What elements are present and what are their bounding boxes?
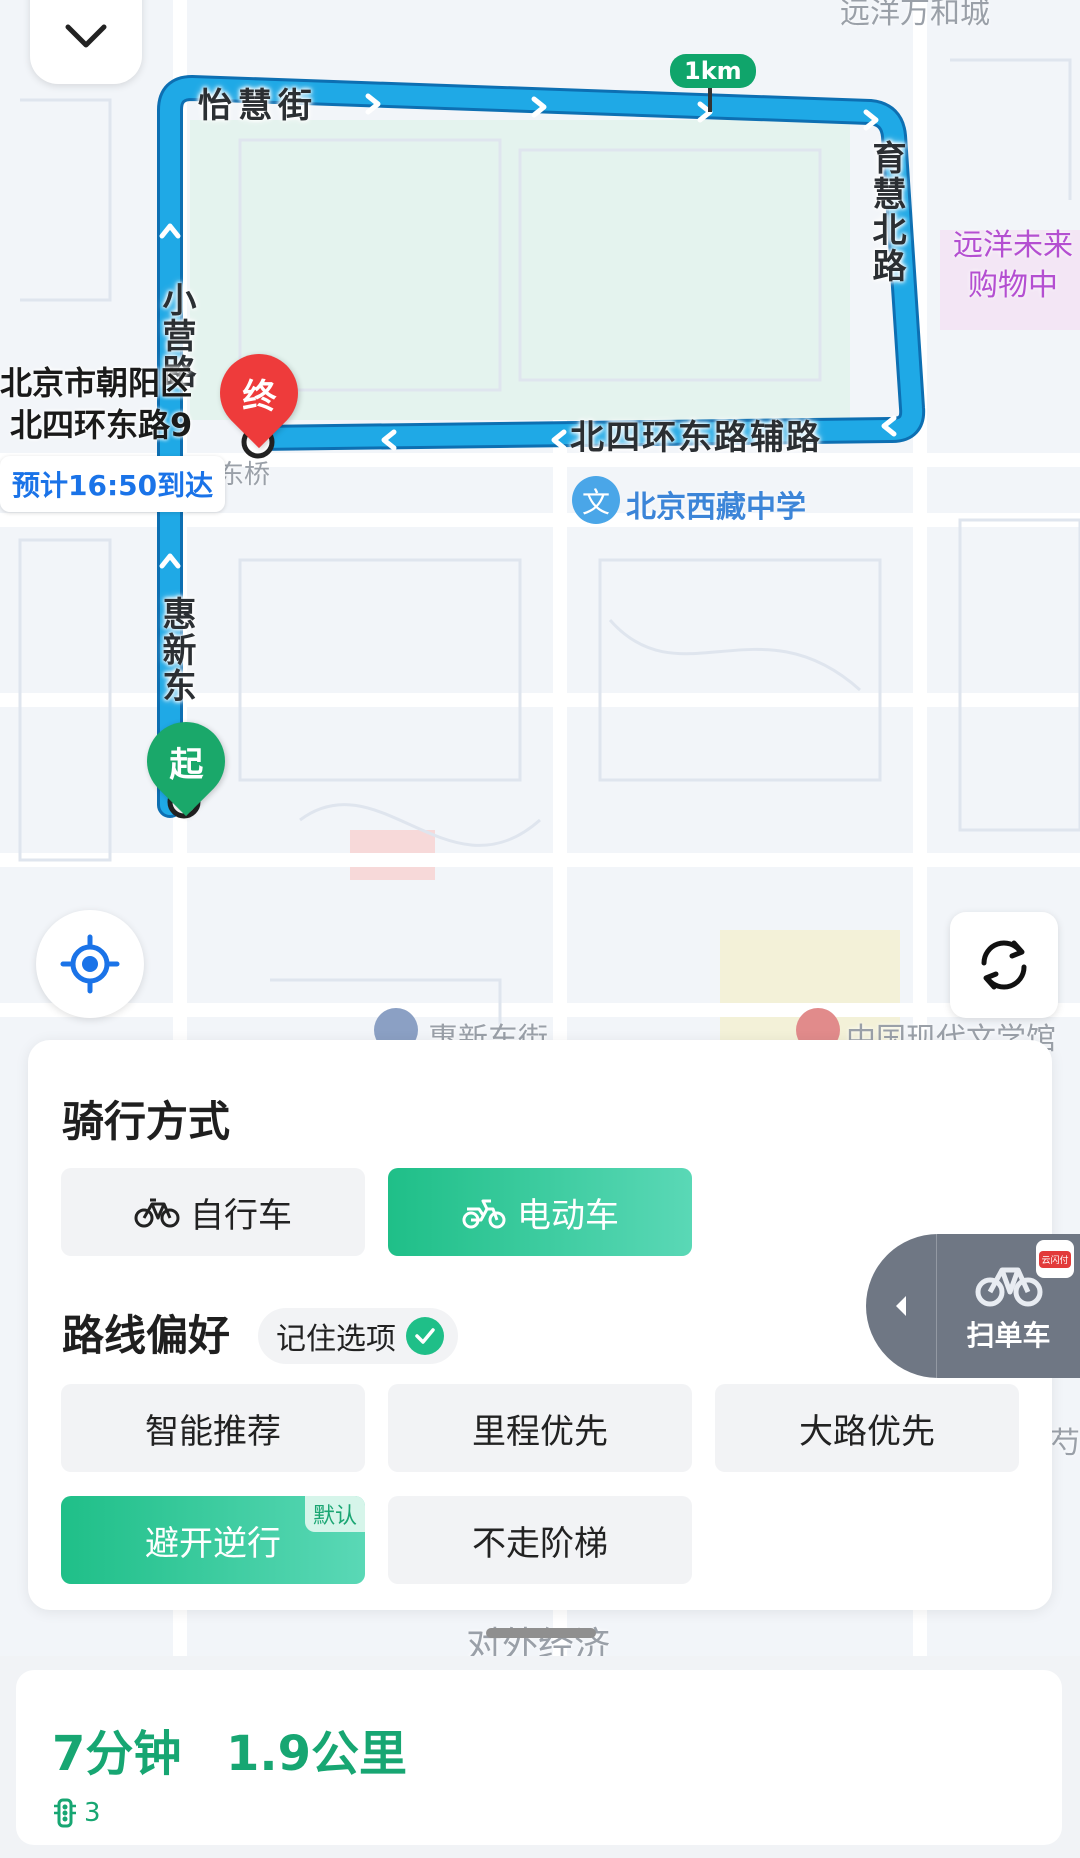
bike-share-icon [975,1267,1042,1307]
scooter-icon [462,1199,506,1229]
travel-time: 7分钟 [52,1726,182,1782]
collapse-button[interactable] [30,0,142,84]
locate-button[interactable] [36,910,144,1018]
destination-pin-label: 终 [242,376,276,417]
pref-avoid-wrong-way-label: 避开逆行 [145,1523,281,1564]
chevron-left-icon [896,1296,906,1316]
bicycle-icon [134,1198,180,1228]
mode-ebike-button[interactable]: 电动车 [388,1168,692,1256]
pref-avoid-wrong-way-button[interactable]: 避开逆行 默认 [61,1496,365,1584]
start-pin-label: 起 [169,744,203,785]
mode-bicycle-label: 自行车 [190,1195,292,1236]
poi-school[interactable]: 北京西藏中学 [626,482,806,526]
poi-edge-fragment: 芍 [1050,1426,1080,1461]
pref-smart-label: 智能推荐 [145,1411,281,1452]
pref-main-road-button[interactable]: 大路优先 [715,1384,1019,1472]
remember-option-label: 记住选项 [276,1322,396,1357]
remember-option-toggle[interactable]: 记住选项 [258,1308,458,1364]
route-summary-bar: 7分钟 1.9公里 3 [0,1656,1080,1858]
route-summary-card[interactable]: 7分钟 1.9公里 3 [16,1670,1062,1845]
route-preference-title: 路线偏好 [62,1311,231,1360]
mode-bicycle-button[interactable]: 自行车 [61,1168,365,1256]
scan-bike-label: 扫单车 [966,1319,1051,1352]
chevron-down-icon [65,24,107,48]
destination-address: 北京市朝阳区 北四环东路9 [0,362,192,446]
check-icon [406,1317,444,1355]
poi-top-faded: 远洋万和城 [840,0,990,31]
street-label-right: 育慧北路 [866,140,906,284]
pref-distance-button[interactable]: 里程优先 [388,1384,692,1472]
pref-no-stairs-button[interactable]: 不走阶梯 [388,1496,692,1584]
traffic-lights-value: 3 [84,1798,101,1828]
locate-icon [60,934,120,994]
poi-bridge-fragment: 东桥 [218,460,271,490]
unionpay-badge: 云闪付 [1036,1240,1074,1278]
traffic-light-icon [54,1798,76,1828]
distance-marker: 1km [670,54,756,88]
street-label-left-lower: 惠新东 [156,596,196,704]
scan-bike-tab[interactable]: 扫单车 云闪付 [866,1234,1080,1378]
pref-distance-label: 里程优先 [472,1411,608,1452]
pref-no-stairs-label: 不走阶梯 [472,1523,608,1564]
refresh-icon [981,940,1027,990]
default-tag: 默认 [304,1496,365,1532]
pref-main-road-label: 大路优先 [799,1411,935,1452]
eta-badge: 预计16:50到达 [0,456,226,512]
street-label-top: 怡慧街 [198,86,318,126]
travel-distance: 1.9公里 [226,1726,408,1782]
poi-mall[interactable]: 远洋未来购物中 [948,226,1078,306]
pref-smart-button[interactable]: 智能推荐 [61,1384,365,1472]
street-label-bottom: 北四环东路辅路 [570,418,822,458]
ride-mode-title: 骑行方式 [62,1097,231,1146]
destination-address-line1: 北京市朝阳区 [0,364,193,402]
destination-address-line2: 北四环东路9 [10,406,193,444]
refresh-route-button[interactable] [950,912,1058,1018]
drag-handle[interactable] [486,1628,596,1638]
expand-arrow[interactable] [866,1234,937,1378]
svg-text:文: 文 [582,486,610,519]
mode-ebike-label: 电动车 [517,1195,619,1236]
traffic-lights-count: 3 [52,1798,101,1828]
